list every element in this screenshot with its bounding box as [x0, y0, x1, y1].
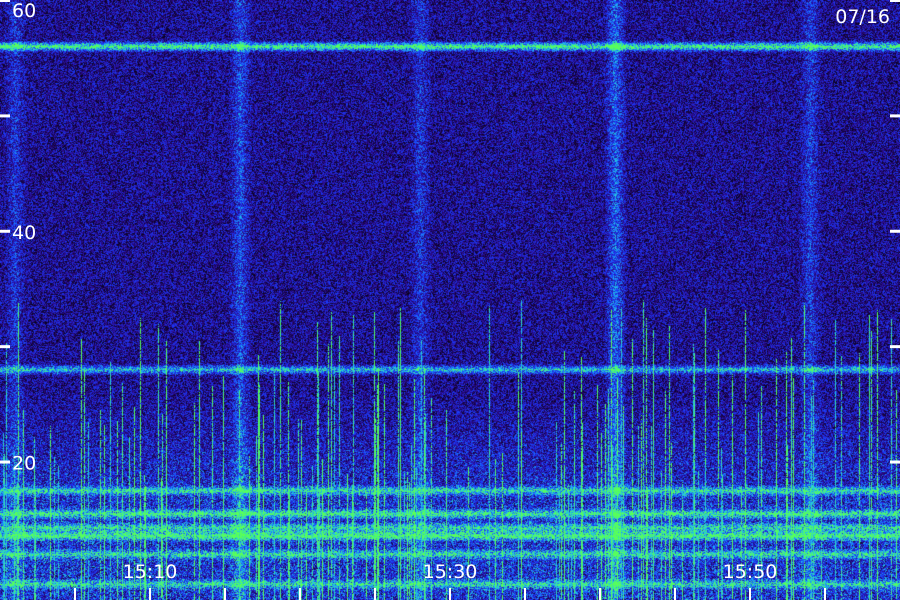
x-tick	[674, 588, 676, 600]
spectrogram-heatmap	[0, 0, 900, 600]
y-tick-label: 60	[12, 0, 36, 22]
date-label: 07/16	[835, 6, 890, 28]
x-tick	[149, 588, 151, 600]
y-tick-right	[890, 114, 900, 118]
y-tick-left	[0, 345, 10, 349]
x-tick	[449, 588, 451, 600]
y-tick-left	[0, 114, 10, 118]
spectrogram-chart: 60 40 20 15:10 15:30 15:50 07/16	[0, 0, 900, 600]
x-tick-label: 15:10	[123, 561, 178, 583]
y-tick-right	[890, 460, 900, 464]
y-tick-right	[890, 229, 900, 233]
x-tick	[299, 588, 301, 600]
y-tick-label: 20	[12, 453, 36, 475]
x-tick	[374, 588, 376, 600]
x-tick-label: 15:30	[423, 561, 478, 583]
x-tick	[599, 588, 601, 600]
x-tick-label: 15:50	[723, 561, 778, 583]
y-tick-right	[890, 0, 900, 2]
x-tick	[224, 588, 226, 600]
y-tick-left	[0, 460, 10, 464]
x-tick	[74, 588, 76, 600]
y-tick-label: 40	[12, 222, 36, 244]
x-tick	[749, 588, 751, 600]
y-tick-left	[0, 229, 10, 233]
y-tick-left	[0, 0, 10, 2]
x-tick	[824, 588, 826, 600]
y-tick-right	[890, 345, 900, 349]
x-tick	[524, 588, 526, 600]
